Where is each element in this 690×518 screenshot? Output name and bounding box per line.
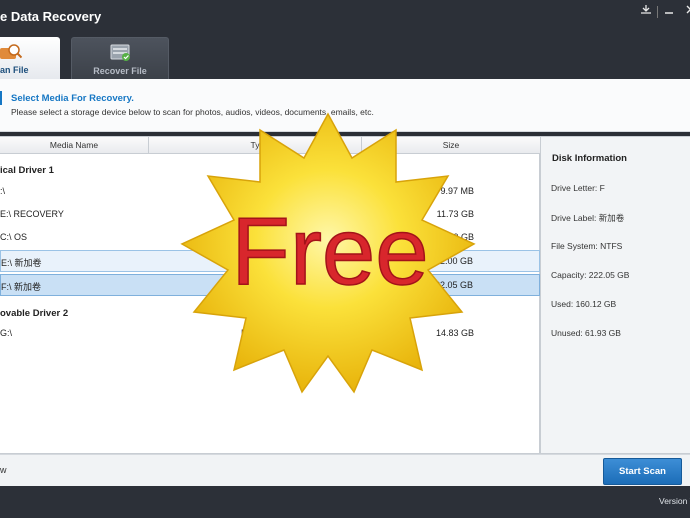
section-title: Select Media For Recovery. [11,93,134,104]
scan-file-icon [0,42,23,62]
drive-letter: Drive Letter: F [551,183,605,193]
section-marker [0,91,2,105]
status-bar: Version V [0,486,690,518]
start-scan-button[interactable]: Start Scan [603,458,682,485]
bottom-left-text[interactable]: w [0,465,7,475]
title-bar: e Data Recovery [0,0,690,35]
recover-file-icon [110,43,132,63]
version-label: Version V [659,496,690,506]
title-separator [657,6,658,18]
row-name: C:\ OS [0,232,28,242]
group-label: ovable Driver 2 [0,308,69,319]
group-label: ical Driver 1 [0,165,54,176]
badge-text: Free [231,198,428,305]
disk-information-panel: Disk Information Drive Letter: F Drive L… [540,136,690,454]
unused-space: Unused: 61.93 GB [551,328,621,338]
close-icon[interactable] [681,4,690,19]
row-name: :\ [0,186,6,196]
disk-info-title: Disk Information [552,153,627,164]
tab-scan-file-label: an File [0,65,29,75]
row-name: F:\ 新加卷 [1,282,41,292]
tab-recover-file-label: Recover File [93,66,147,76]
download-icon[interactable] [637,4,655,19]
action-bar: w Start Scan [0,454,690,486]
tab-bar: an File Recover File [0,35,690,79]
free-badge: Free [180,112,476,394]
minimize-icon[interactable] [660,4,678,19]
capacity: Capacity: 222.05 GB [551,270,630,280]
row-name: E:\ RECOVERY [0,209,64,219]
row-name: G:\ [0,328,13,338]
column-header-media-name[interactable]: Media Name [0,140,148,150]
row-name: E:\ 新加卷 [1,258,42,268]
app-title: e Data Recovery [0,9,102,24]
used-space: Used: 160.12 GB [551,299,617,309]
drive-label: Drive Label: 新加卷 [551,213,625,223]
tab-scan-file[interactable]: an File [0,37,60,79]
tab-recover-file[interactable]: Recover File [71,37,169,79]
file-system: File System: NTFS [551,241,623,251]
